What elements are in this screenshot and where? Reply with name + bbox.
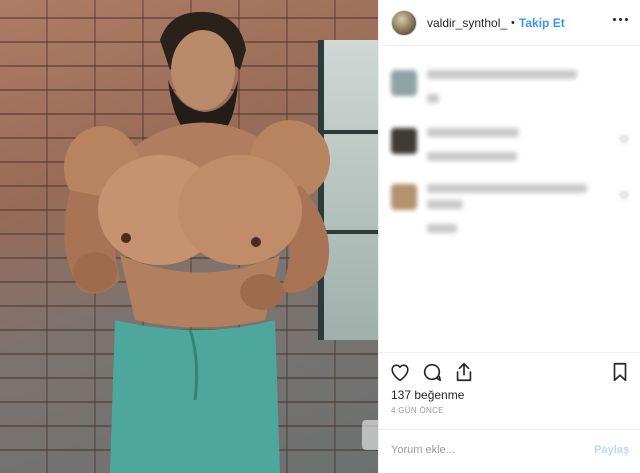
- comment-item: [391, 124, 631, 174]
- comment-meta-blurred: [427, 94, 439, 103]
- photo-watermark-icon: [362, 420, 378, 450]
- heart-icon[interactable]: [389, 361, 411, 383]
- action-bar: [379, 352, 640, 388]
- post-photo[interactable]: [0, 0, 378, 473]
- post-timestamp[interactable]: 4 GÜN ÖNCE: [391, 406, 444, 415]
- comment-avatar[interactable]: [391, 184, 417, 210]
- username-link[interactable]: valdir_synthol_: [427, 16, 507, 30]
- comment-text-blurred: [427, 184, 587, 193]
- comment-item: [391, 180, 631, 233]
- comment-like-icon[interactable]: [619, 134, 629, 144]
- more-options-icon[interactable]: [613, 18, 629, 22]
- follow-button[interactable]: Takip Et: [519, 16, 565, 30]
- comment-text-blurred: [427, 70, 577, 79]
- comment-input[interactable]: [379, 438, 579, 462]
- comment-text-blurred: [427, 200, 463, 209]
- comment-item: [391, 66, 631, 116]
- profile-avatar[interactable]: [391, 9, 417, 36]
- comment-avatar[interactable]: [391, 70, 417, 96]
- bodybuilder-figure: [64, 11, 330, 473]
- share-arrow-icon[interactable]: [453, 361, 475, 383]
- comment-avatar[interactable]: [391, 128, 417, 154]
- likes-count[interactable]: 137 beğenme: [391, 388, 464, 402]
- instagram-post: valdir_synthol_ • Takip Et 137 beğenme 4…: [0, 0, 640, 473]
- comment-meta-blurred: [427, 224, 457, 233]
- separator-dot: •: [511, 16, 515, 29]
- post-side-panel: valdir_synthol_ • Takip Et 137 beğenme 4…: [378, 0, 640, 473]
- comment-bubble-icon[interactable]: [421, 361, 443, 383]
- comment-text-blurred: [427, 128, 519, 137]
- comments-list: [379, 50, 640, 350]
- post-header: valdir_synthol_ • Takip Et: [379, 0, 640, 46]
- bookmark-icon[interactable]: [609, 361, 631, 383]
- comment-meta-blurred: [427, 152, 517, 161]
- post-comment-button[interactable]: Paylaş: [594, 444, 629, 456]
- add-comment-section: Paylaş: [379, 429, 640, 473]
- comment-like-icon[interactable]: [619, 190, 629, 200]
